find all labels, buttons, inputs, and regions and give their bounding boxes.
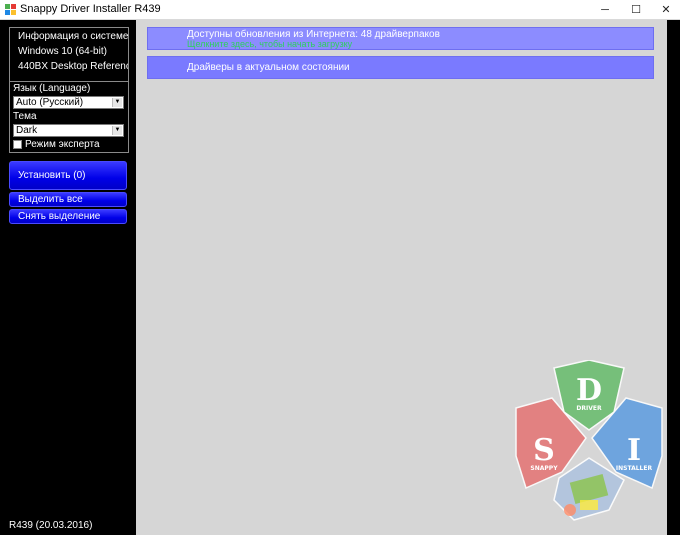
install-button[interactable]: Установить (0) <box>9 161 127 190</box>
logo-letter-d: D <box>576 373 602 408</box>
language-label: Язык (Language) <box>13 83 91 94</box>
logo-letter-s: S <box>533 433 555 468</box>
main-area: Доступны обновления из Интернета: 48 дра… <box>136 20 680 535</box>
actual-drivers-title: Драйверы в актуальном состоянии <box>187 62 350 73</box>
version-label: R439 (20.03.2016) <box>9 520 93 531</box>
minimize-button[interactable]: ─ <box>589 0 621 19</box>
logo-word-installer: INSTALLER <box>616 465 653 472</box>
title-bar: Snappy Driver Installer R439 ─ ☐ ✕ <box>0 0 680 20</box>
right-border <box>667 20 680 535</box>
sidebar: Информация о системе Windows 10 (64-bit)… <box>0 20 136 535</box>
updates-panel[interactable]: Доступны обновления из Интернета: 48 дра… <box>147 27 654 50</box>
app-icon <box>5 4 16 15</box>
expert-mode-label: Режим эксперта <box>25 139 100 150</box>
maximize-icon: ☐ <box>631 4 641 16</box>
minimize-icon: ─ <box>601 3 609 16</box>
logo-letter-i: I <box>627 433 641 468</box>
close-icon: ✕ <box>661 4 671 16</box>
expert-mode-toggle[interactable]: Режим эксперта <box>13 139 100 150</box>
theme-value: Dark <box>16 125 38 136</box>
window-title: Snappy Driver Installer R439 <box>20 3 161 15</box>
logo-word-snappy: SNAPPY <box>530 465 558 472</box>
deselect-button[interactable]: Снять выделение <box>9 209 127 224</box>
expert-mode-checkbox[interactable] <box>13 140 22 149</box>
chevron-down-icon: ▼ <box>112 98 122 107</box>
theme-select[interactable]: Dark ▼ <box>13 124 124 137</box>
actual-drivers-panel[interactable]: Драйверы в актуальном состоянии <box>147 56 654 79</box>
maximize-button[interactable]: ☐ <box>620 0 652 19</box>
os-info: Windows 10 (64-bit) <box>18 46 107 57</box>
select-all-button[interactable]: Выделить все <box>9 192 127 207</box>
theme-label: Тема <box>13 111 37 122</box>
language-value: Auto (Русский) <box>16 97 84 108</box>
board-info: 440BX Desktop Reference Platform <box>18 61 128 72</box>
close-button[interactable]: ✕ <box>650 0 680 19</box>
language-select[interactable]: Auto (Русский) ▼ <box>13 96 124 109</box>
system-info-header: Информация о системе <box>18 31 129 42</box>
logo-word-driver: DRIVER <box>576 405 602 412</box>
settings-panel: Язык (Language) Auto (Русский) ▼ Тема Da… <box>9 81 129 153</box>
updates-download-link[interactable]: Щелкните здесь, чтобы начать загрузку <box>187 39 352 49</box>
sdi-logo: D DRIVER S SNAPPY I INSTALLER <box>515 360 663 521</box>
chevron-down-icon: ▼ <box>112 126 122 135</box>
